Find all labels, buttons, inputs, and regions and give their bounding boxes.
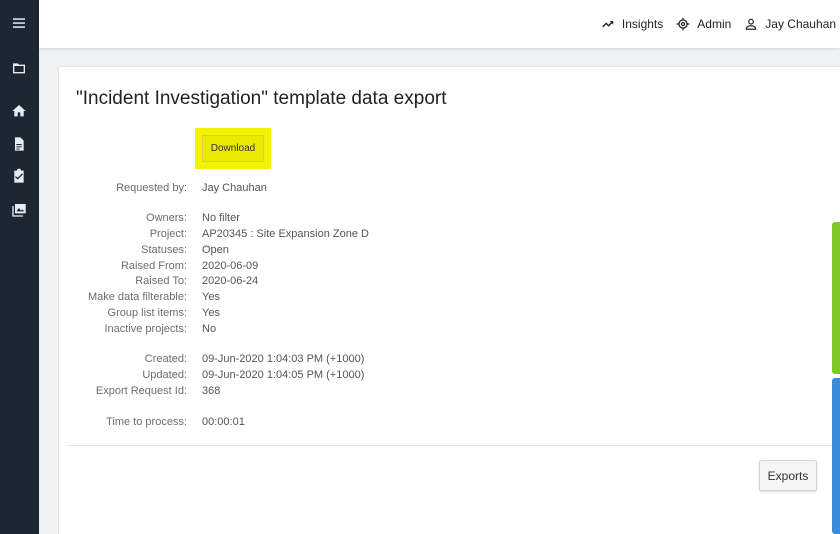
side-tab-blue[interactable] <box>832 378 840 534</box>
created-value: 09-Jun-2020 1:04:03 PM (+1000) <box>202 353 365 365</box>
gear-icon <box>676 17 690 31</box>
user-name: Jay Chauhan <box>765 17 836 31</box>
top-nav: Insights Admin Jay Chauhan <box>588 0 836 48</box>
page-title: "Incident Investigation" template data e… <box>76 88 447 109</box>
inactive-projects-label: Inactive projects: <box>104 323 187 335</box>
insights-link[interactable]: Insights <box>601 17 663 31</box>
statuses-value: Open <box>202 244 229 256</box>
group-list-value: Yes <box>202 307 220 319</box>
document-icon[interactable] <box>10 135 28 153</box>
sidebar <box>0 0 39 534</box>
time-to-process-label: Time to process: <box>106 416 187 428</box>
requested-by-value: Jay Chauhan <box>202 182 267 194</box>
export-id-value: 368 <box>202 385 221 397</box>
admin-link[interactable]: Admin <box>676 17 731 31</box>
project-value: AP20345 : Site Expansion Zone D <box>202 228 369 240</box>
time-to-process-value: 00:00:01 <box>202 416 245 428</box>
inactive-projects-value: No <box>202 323 217 335</box>
trending-up-icon <box>602 21 614 28</box>
menu-icon[interactable] <box>10 14 28 32</box>
updated-label: Updated: <box>142 369 187 381</box>
divider <box>66 445 840 446</box>
download-highlight: Download <box>195 128 271 169</box>
make-filterable-value: Yes <box>202 291 220 303</box>
requested-by-label: Requested by: <box>116 182 187 194</box>
updated-value: 09-Jun-2020 1:04:05 PM (+1000) <box>202 369 365 381</box>
created-label: Created: <box>144 353 187 365</box>
admin-label: Admin <box>697 17 732 31</box>
make-filterable-label: Make data filterable: <box>87 291 187 303</box>
raised-to-value: 2020-06-24 <box>202 275 259 287</box>
photo-library-icon[interactable] <box>10 201 28 219</box>
clipboard-check-icon[interactable] <box>10 167 28 185</box>
group-list-label: Group list items: <box>107 307 187 319</box>
project-label: Project: <box>149 228 187 240</box>
statuses-label: Statuses: <box>141 244 187 256</box>
raised-to-label: Raised To: <box>135 275 187 287</box>
export-id-label: Export Request Id: <box>95 385 187 397</box>
raised-from-value: 2020-06-09 <box>202 260 259 272</box>
top-bar: Insights Admin Jay Chauhan <box>39 0 840 48</box>
owners-value: No filter <box>202 212 240 224</box>
exports-button[interactable]: Exports <box>759 460 817 491</box>
user-menu[interactable]: Jay Chauhan <box>744 17 836 31</box>
raised-from-label: Raised From: <box>120 260 187 272</box>
user-icon <box>746 18 757 30</box>
insights-label: Insights <box>621 17 664 31</box>
folder-icon[interactable] <box>10 59 28 77</box>
home-icon[interactable] <box>10 102 28 120</box>
side-tab-green[interactable] <box>832 222 840 374</box>
download-button[interactable]: Download <box>202 135 264 162</box>
owners-label: Owners: <box>146 212 187 224</box>
